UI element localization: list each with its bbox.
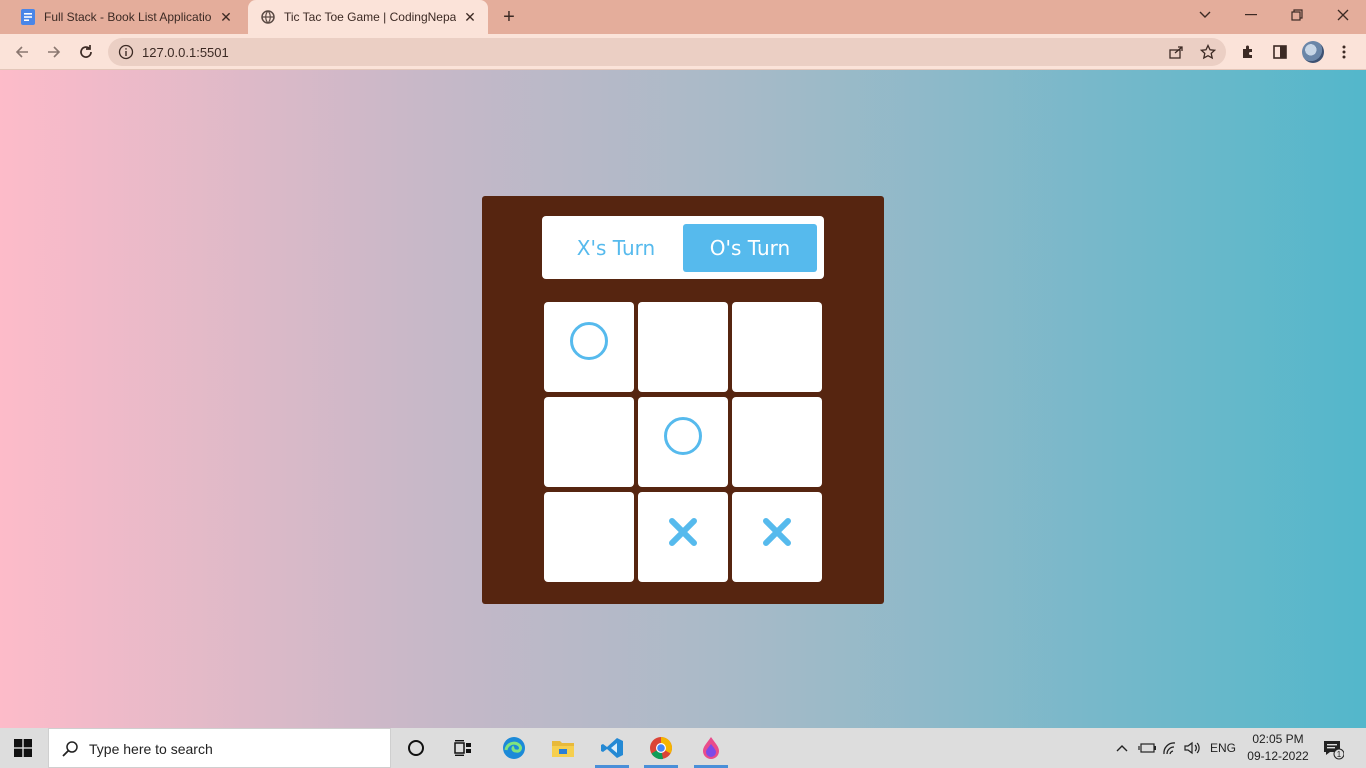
notification-count: 1: [1337, 750, 1342, 759]
browser-toolbar: 127.0.0.1:5501: [0, 34, 1366, 70]
board-cell[interactable]: [544, 397, 634, 487]
profile-avatar[interactable]: [1302, 41, 1324, 63]
notification-center-icon[interactable]: 1: [1322, 738, 1345, 760]
windows-start-icon[interactable]: [14, 739, 32, 757]
close-tab-icon[interactable]: ✕: [218, 9, 234, 25]
cortana-icon[interactable]: [393, 728, 439, 768]
site-info-icon[interactable]: [118, 44, 134, 60]
globe-icon: [260, 9, 276, 25]
search-placeholder: Type here to search: [89, 741, 213, 757]
chrome-icon[interactable]: [638, 728, 684, 768]
o-mark-icon: [570, 322, 608, 360]
clock-date: 09-12-2022: [1247, 749, 1309, 763]
chevron-up-icon[interactable]: [1114, 740, 1130, 756]
language-indicator[interactable]: ENG: [1208, 740, 1238, 756]
address-bar[interactable]: 127.0.0.1:5501: [108, 38, 1226, 66]
share-icon[interactable]: [1168, 44, 1184, 60]
restore-icon[interactable]: [1284, 4, 1310, 26]
windows-taskbar: Type here to search ENG 02:05 PM 09-12-2…: [0, 728, 1366, 768]
file-explorer-icon[interactable]: [540, 728, 586, 768]
task-view-icon[interactable]: [440, 728, 486, 768]
reload-icon[interactable]: [74, 40, 98, 64]
board-cell[interactable]: [732, 397, 822, 487]
game-container: X's Turn O's Turn: [482, 196, 884, 604]
o-mark-icon: [664, 417, 702, 455]
extensions-icon[interactable]: [1238, 42, 1258, 62]
minimize-icon[interactable]: [1238, 4, 1264, 26]
board-cell[interactable]: [638, 492, 728, 582]
docs-icon: [20, 9, 36, 25]
url-text: 127.0.0.1:5501: [142, 45, 229, 60]
board-cell[interactable]: [544, 492, 634, 582]
clock-time: 02:05 PM: [1252, 732, 1304, 746]
volume-icon[interactable]: [1184, 740, 1202, 756]
tab-tic-tac-toe[interactable]: Tic Tac Toe Game | CodingNepal ✕: [248, 0, 488, 34]
close-window-icon[interactable]: [1330, 4, 1356, 26]
page-viewport: X's Turn O's Turn: [0, 70, 1366, 728]
system-clock[interactable]: 02:05 PM 09-12-2022: [1240, 731, 1316, 765]
board-cell[interactable]: [544, 302, 634, 392]
close-tab-icon[interactable]: ✕: [462, 9, 478, 25]
battery-icon[interactable]: [1138, 740, 1156, 756]
back-icon[interactable]: [10, 40, 34, 64]
board-cell[interactable]: [732, 492, 822, 582]
wifi-icon[interactable]: [1162, 740, 1180, 756]
tab-search-icon[interactable]: [1192, 4, 1218, 26]
x-mark-icon: [763, 518, 791, 546]
tab-title: Tic Tac Toe Game | CodingNepal: [284, 10, 456, 24]
board-cell[interactable]: [638, 397, 728, 487]
x-mark-icon: [669, 518, 697, 546]
board-cell[interactable]: [732, 302, 822, 392]
side-panel-icon[interactable]: [1270, 42, 1290, 62]
tab-book-list[interactable]: Full Stack - Book List Application ✕: [8, 0, 244, 34]
new-tab-button[interactable]: +: [498, 7, 520, 29]
search-icon: [61, 740, 79, 758]
edge-icon[interactable]: [491, 728, 537, 768]
bookmark-star-icon[interactable]: [1199, 43, 1217, 60]
forward-icon[interactable]: [42, 40, 66, 64]
x-turn-indicator[interactable]: X's Turn: [549, 224, 683, 272]
o-turn-indicator[interactable]: O's Turn: [683, 224, 817, 272]
menu-kebab-icon[interactable]: [1334, 42, 1354, 62]
board-cell[interactable]: [638, 302, 728, 392]
tab-title: Full Stack - Book List Application: [44, 10, 212, 24]
paint-app-icon[interactable]: [688, 728, 734, 768]
tab-strip: Full Stack - Book List Application ✕ Tic…: [0, 0, 1366, 34]
turn-selector: X's Turn O's Turn: [542, 216, 824, 279]
taskbar-search[interactable]: Type here to search: [48, 728, 391, 768]
vscode-icon[interactable]: [589, 728, 635, 768]
